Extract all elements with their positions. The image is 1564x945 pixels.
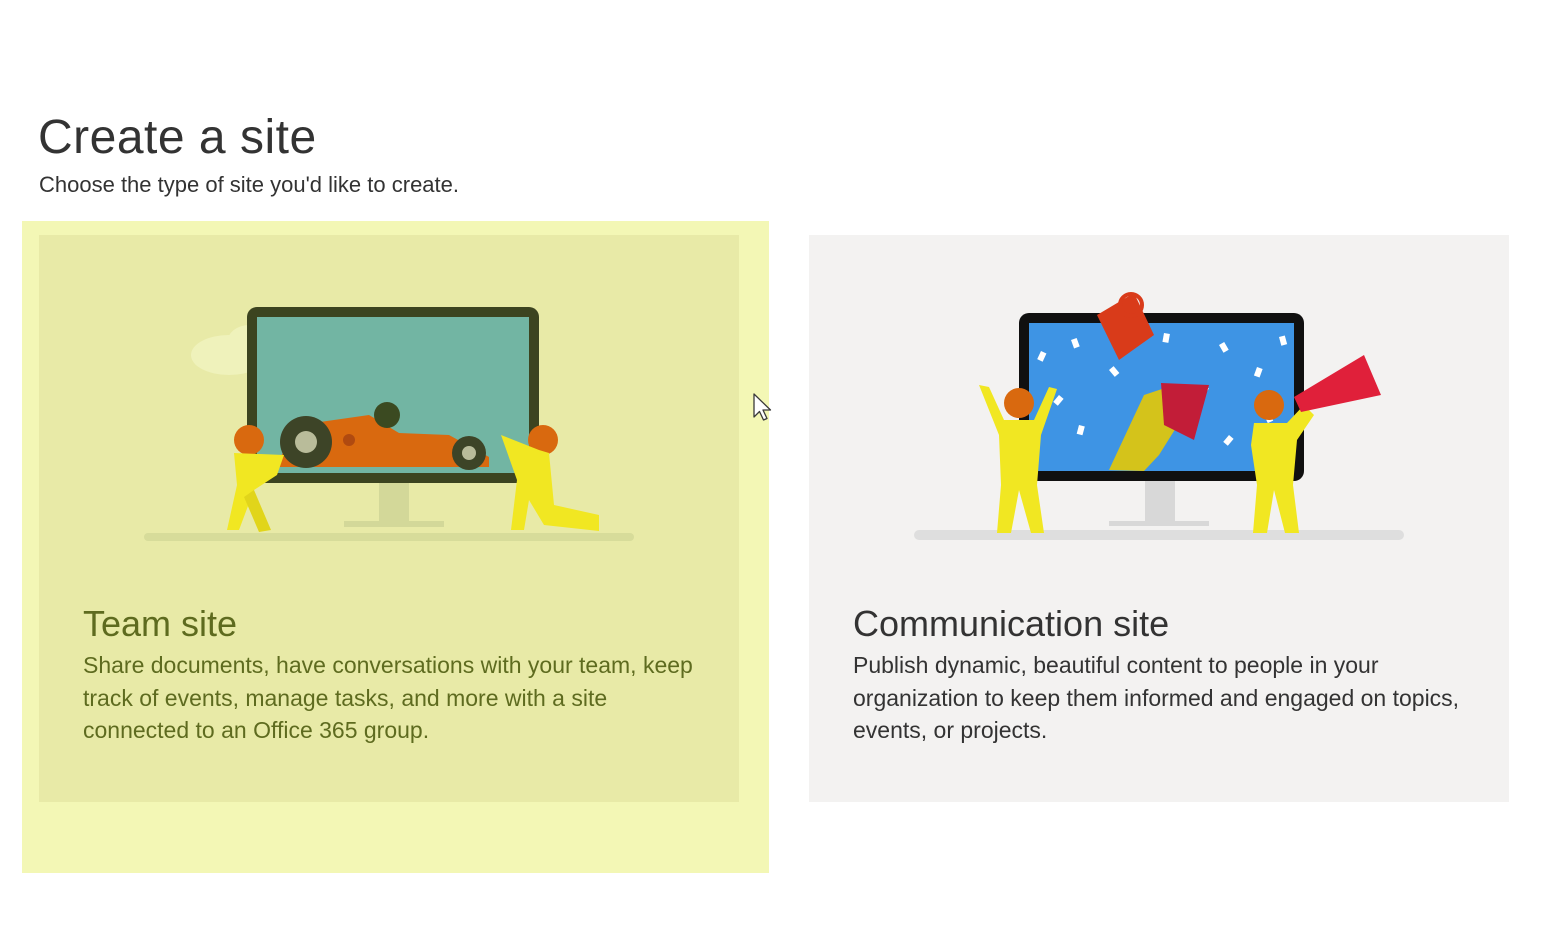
communication-site-title: Communication site — [853, 603, 1170, 644]
team-site-card[interactable]: Team site Share documents, have conversa… — [39, 235, 739, 802]
page-title: Create a site — [38, 111, 317, 164]
communication-site-description: Publish dynamic, beautiful content to pe… — [853, 652, 1460, 743]
arrow-pointer-icon — [753, 393, 772, 421]
trophy-megaphone-illustration — [914, 292, 1404, 540]
communication-site-card[interactable]: Communication site Publish dynamic, beau… — [809, 235, 1509, 802]
race-car-pit-crew-illustration — [144, 307, 634, 541]
team-site-description: Share documents, have conversations with… — [83, 652, 693, 743]
page-subtitle: Choose the type of site you'd like to cr… — [39, 172, 459, 197]
team-site-title: Team site — [83, 603, 238, 644]
